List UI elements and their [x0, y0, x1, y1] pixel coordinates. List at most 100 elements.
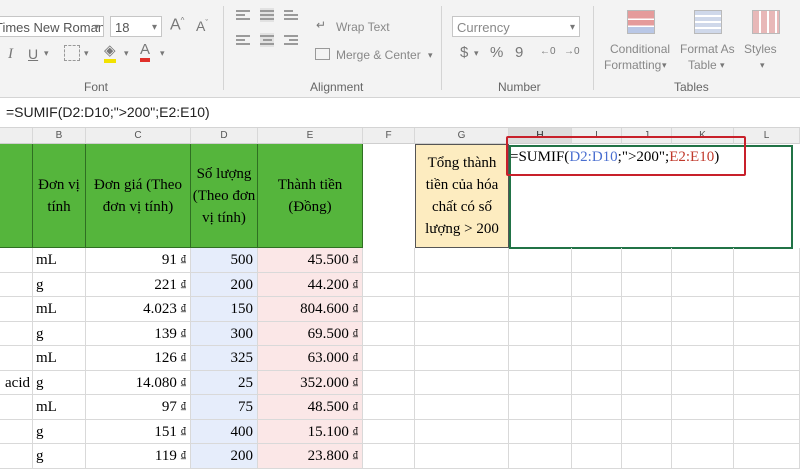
column-header-c[interactable]: C — [86, 128, 191, 144]
cell-a1[interactable] — [0, 144, 33, 248]
format-as-table-label-2[interactable]: Table — [688, 58, 717, 72]
cell-empty[interactable] — [622, 444, 672, 469]
cell-unit[interactable]: g — [33, 272, 86, 297]
cell-unit-price[interactable]: 151 ₫ — [86, 419, 191, 444]
conditional-formatting-dropdown-icon[interactable]: ▾ — [662, 60, 667, 71]
cell-empty[interactable] — [415, 395, 509, 420]
cell-empty[interactable] — [363, 395, 415, 420]
cell-empty[interactable] — [415, 297, 509, 322]
decrease-decimal-icon[interactable]: →0 — [564, 46, 580, 57]
cell-empty[interactable] — [734, 248, 800, 273]
cell-empty[interactable] — [363, 444, 415, 469]
cell-empty[interactable] — [363, 297, 415, 322]
italic-button[interactable]: I — [8, 46, 13, 63]
cell-empty[interactable] — [622, 395, 672, 420]
cell-empty[interactable] — [509, 272, 572, 297]
cell-col-a[interactable] — [0, 419, 33, 444]
cell-empty[interactable] — [363, 346, 415, 371]
cell-unit-price[interactable]: 126 ₫ — [86, 346, 191, 371]
cell-empty[interactable] — [363, 248, 415, 273]
align-right-icon[interactable] — [284, 33, 298, 47]
cell-empty[interactable] — [672, 419, 734, 444]
cell-empty[interactable] — [509, 248, 572, 273]
align-top-icon[interactable] — [236, 8, 250, 22]
cell-empty[interactable] — [572, 321, 622, 346]
cell-unit-price[interactable]: 221 ₫ — [86, 272, 191, 297]
merge-dropdown-icon[interactable]: ▾ — [428, 50, 433, 61]
cell-total[interactable]: 63.000 ₫ — [258, 346, 363, 371]
align-middle-icon[interactable] — [260, 8, 274, 22]
fill-color-dropdown-icon[interactable]: ▾ — [124, 48, 129, 59]
cell-empty[interactable] — [734, 444, 800, 469]
cell-empty[interactable] — [509, 419, 572, 444]
cell-total[interactable]: 23.800 ₫ — [258, 444, 363, 469]
cell-empty[interactable] — [572, 272, 622, 297]
cell-col-a[interactable]: acid — [0, 370, 33, 395]
cell-empty[interactable] — [509, 370, 572, 395]
align-center-icon[interactable] — [260, 33, 274, 47]
font-size-combo[interactable]: 18 ▾ — [110, 16, 162, 37]
column-header-g[interactable]: G — [415, 128, 509, 144]
underline-dropdown-icon[interactable]: ▾ — [44, 48, 49, 59]
cell-unit[interactable]: mL — [33, 395, 86, 420]
cell-quantity[interactable]: 75 — [191, 395, 258, 420]
cell-unit-price[interactable]: 91 ₫ — [86, 248, 191, 273]
cell-empty[interactable] — [415, 419, 509, 444]
cell-empty[interactable] — [572, 395, 622, 420]
cell-total[interactable]: 15.100 ₫ — [258, 419, 363, 444]
increase-font-icon[interactable]: A^ — [170, 16, 184, 34]
header-unit[interactable]: Đơn vị tính — [33, 144, 86, 248]
cell-empty[interactable] — [734, 272, 800, 297]
cell-empty[interactable] — [672, 321, 734, 346]
align-bottom-icon[interactable] — [284, 8, 298, 22]
number-format-combo[interactable]: Currency ▾ — [452, 16, 580, 37]
cell-empty[interactable] — [509, 395, 572, 420]
cell-unit[interactable]: mL — [33, 297, 86, 322]
cell-quantity[interactable]: 325 — [191, 346, 258, 371]
cell-empty[interactable] — [363, 321, 415, 346]
currency-button[interactable]: $ — [460, 44, 468, 61]
cell-empty[interactable] — [672, 297, 734, 322]
cell-empty[interactable] — [572, 248, 622, 273]
increase-decimal-icon[interactable]: ←0 — [540, 46, 556, 57]
cell-col-a[interactable] — [0, 248, 33, 273]
format-as-table-dropdown-icon[interactable]: ▾ — [720, 60, 725, 71]
column-header-e[interactable]: E — [258, 128, 363, 144]
cell-col-a[interactable] — [0, 395, 33, 420]
cell-empty[interactable] — [415, 444, 509, 469]
cell-empty[interactable] — [734, 370, 800, 395]
cell-col-a[interactable] — [0, 444, 33, 469]
cell-quantity[interactable]: 200 — [191, 444, 258, 469]
decrease-font-icon[interactable]: Aˇ — [196, 18, 208, 34]
cell-unit-price[interactable]: 97 ₫ — [86, 395, 191, 420]
cell-empty[interactable] — [572, 444, 622, 469]
cell-total[interactable]: 45.500 ₫ — [258, 248, 363, 273]
column-header-d[interactable]: D — [191, 128, 258, 144]
font-color-icon[interactable]: A — [140, 42, 151, 62]
conditional-formatting-label-1[interactable]: Conditional — [610, 42, 670, 56]
cell-empty[interactable] — [672, 346, 734, 371]
formula-bar-text[interactable]: =SUMIF(D2:D10;">200";E2:E10) — [6, 104, 210, 120]
cell-empty[interactable] — [415, 321, 509, 346]
underline-button[interactable]: U — [28, 46, 38, 62]
cell-empty[interactable] — [672, 272, 734, 297]
cell-total[interactable]: 44.200 ₫ — [258, 272, 363, 297]
column-header-f[interactable]: F — [363, 128, 415, 144]
cell-empty[interactable] — [622, 370, 672, 395]
cell-empty[interactable] — [622, 272, 672, 297]
cell-empty[interactable] — [509, 444, 572, 469]
font-name-combo[interactable]: Times New Roman ▾ — [0, 16, 104, 37]
cell-empty[interactable] — [734, 395, 800, 420]
cell-empty[interactable] — [363, 272, 415, 297]
cell-unit[interactable]: g — [33, 444, 86, 469]
cell-unit-price[interactable]: 4.023 ₫ — [86, 297, 191, 322]
cell-quantity[interactable]: 400 — [191, 419, 258, 444]
cell-empty[interactable] — [622, 419, 672, 444]
format-as-table-label-1[interactable]: Format As — [680, 42, 735, 56]
cell-empty[interactable] — [672, 444, 734, 469]
font-color-dropdown-icon[interactable]: ▾ — [160, 48, 165, 59]
cell-empty[interactable] — [734, 297, 800, 322]
wrap-text-button[interactable]: Wrap Text — [336, 20, 390, 34]
merge-center-icon[interactable] — [315, 48, 330, 60]
cell-empty[interactable] — [363, 419, 415, 444]
